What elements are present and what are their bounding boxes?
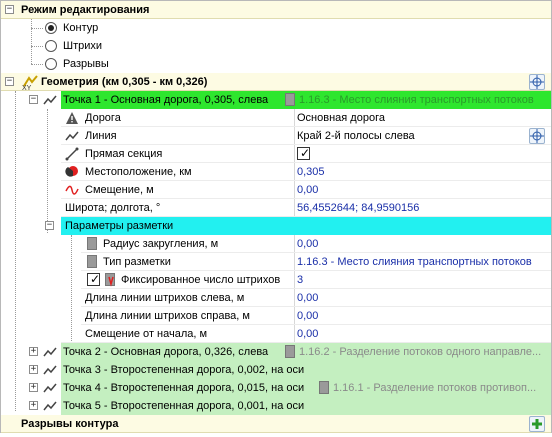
property-tree-panel: − Режим редактирования Контур Штрихи Раз… <box>0 0 552 433</box>
point-title: Точка 5 - Второстепенная дорога, 0,001, … <box>63 400 305 412</box>
geometry-header[interactable]: − XY Геометрия (км 0,305 - км 0,326) <box>1 73 551 91</box>
prop-left-hatch-length[interactable]: Длина линии штрихов слева, м 0,00 <box>1 289 551 307</box>
radio-button[interactable] <box>45 40 57 52</box>
prop-value[interactable]: 0,00 <box>297 325 318 343</box>
collapse-toggle[interactable]: − <box>5 77 14 86</box>
prop-marking-type[interactable]: Тип разметки 1.16.3 - Место слияния тран… <box>1 253 551 271</box>
prop-value[interactable]: 0,00 <box>297 235 318 253</box>
fixed-count-checkbox[interactable]: ✓ <box>87 272 100 286</box>
xy-coordinates-icon: XY <box>22 75 38 91</box>
point-title: Точка 2 - Основная дорога, 0,326, слева <box>63 346 269 358</box>
prop-fixed-hatch-count[interactable]: ✓ Фиксированное число штрихов 3 <box>1 271 551 289</box>
prop-value[interactable]: 3 <box>297 271 303 289</box>
marking-params-title: Параметры разметки <box>65 220 174 232</box>
straight-segment-icon <box>65 147 79 161</box>
point-2-row[interactable]: + Точка 2 - Основная дорога, 0,326, слев… <box>1 343 551 361</box>
prop-offset-from-start[interactable]: Смещение от начала, м 0,00 <box>1 325 551 343</box>
prop-value[interactable]: 0,00 <box>297 289 318 307</box>
location-marker-icon <box>65 166 78 177</box>
prop-road[interactable]: Дорога Основная дорога <box>1 109 551 127</box>
prop-label: Радиус закругления, м <box>103 238 219 250</box>
prop-label: Смещение от начала, м <box>85 328 208 340</box>
prop-label: Длина линии штрихов справа, м <box>85 310 250 322</box>
prop-label: Местоположение, км <box>85 166 192 178</box>
polyline-icon <box>43 383 57 393</box>
collapse-toggle[interactable]: − <box>29 95 38 104</box>
radio-option-hatches[interactable]: Штрихи <box>1 37 551 55</box>
radio-option-contour[interactable]: Контур <box>1 19 551 37</box>
marking-sign-icon <box>319 381 329 394</box>
prop-value[interactable]: 0,305 <box>297 163 325 181</box>
prop-line[interactable]: Линия Край 2-й полосы слева <box>1 127 551 145</box>
point-1-row[interactable]: − Точка 1 - Основная дорога, 0,305, слев… <box>1 91 551 109</box>
point-marking-ref: 1.16.1 - Разделение потоков противоп... <box>333 382 537 394</box>
add-break-button[interactable] <box>529 416 545 432</box>
polyline-icon <box>43 401 57 411</box>
locate-button[interactable] <box>529 74 545 90</box>
expand-toggle[interactable]: + <box>29 383 38 392</box>
point-1-title: Точка 1 - Основная дорога, 0,305, слева <box>63 94 269 106</box>
offset-curve-icon <box>65 185 79 195</box>
prop-right-hatch-length[interactable]: Длина линии штрихов справа, м 0,00 <box>1 307 551 325</box>
editing-mode-header[interactable]: − Режим редактирования <box>1 1 551 19</box>
prop-straight-section[interactable]: Прямая секция ✓ <box>1 145 551 163</box>
contour-breaks-title: Разрывы контура <box>21 418 119 430</box>
prop-label: Тип разметки <box>103 256 171 268</box>
point-marking-ref: 1.16.2 - Разделение потоков одного напра… <box>299 346 542 358</box>
collapse-toggle[interactable]: − <box>45 221 54 230</box>
prop-location[interactable]: Местоположение, км 0,305 <box>1 163 551 181</box>
radio-label: Контур <box>63 22 99 34</box>
pick-line-button[interactable] <box>529 128 545 144</box>
straight-section-checkbox[interactable]: ✓ <box>297 146 310 160</box>
radio-label: Штрихи <box>63 40 103 52</box>
marking-sign-icon <box>285 345 295 358</box>
polyline-icon <box>43 347 57 357</box>
point-title: Точка 4 - Второстепенная дорога, 0,015, … <box>63 382 305 394</box>
prop-latlon[interactable]: Широта; долгота, ° 56,4552644; 84,959015… <box>1 199 551 217</box>
marking-sign-icon <box>87 255 97 268</box>
prop-value[interactable]: 1.16.3 - Место слияния транспортных пото… <box>297 253 532 271</box>
marking-sign-icon <box>105 273 115 287</box>
radio-button[interactable] <box>45 58 57 70</box>
polyline-icon <box>43 365 57 375</box>
marking-sign-icon <box>285 93 295 106</box>
crosshair-icon <box>530 129 544 143</box>
expand-toggle[interactable]: + <box>29 347 38 356</box>
prop-label: Линия <box>85 130 117 142</box>
geometry-title: Геометрия (км 0,305 - км 0,326) <box>41 76 208 88</box>
expand-toggle[interactable]: + <box>29 365 38 374</box>
plus-icon <box>532 419 542 429</box>
point-title: Точка 3 - Второстепенная дорога, 0,002, … <box>63 364 305 376</box>
polyline-icon <box>43 95 57 105</box>
point-1-marking-ref: 1.16.3 - Место слияния транспортных пото… <box>299 94 534 106</box>
marking-sign-icon <box>87 237 97 250</box>
line-icon <box>65 131 79 141</box>
prop-value[interactable]: 0,00 <box>297 307 318 325</box>
editing-mode-title: Режим редактирования <box>21 4 150 16</box>
prop-value[interactable]: 0,00 <box>297 181 318 199</box>
expand-toggle[interactable]: + <box>29 401 38 410</box>
crosshair-icon <box>530 75 544 89</box>
prop-value[interactable]: Край 2-й полосы слева <box>297 127 415 145</box>
marking-params-header[interactable]: − Параметры разметки <box>1 217 551 235</box>
radio-button[interactable] <box>45 22 57 34</box>
point-4-row[interactable]: + Точка 4 - Второстепенная дорога, 0,015… <box>1 379 551 397</box>
prop-label: Смещение, м <box>85 184 154 196</box>
contour-breaks-header[interactable]: Разрывы контура <box>1 415 551 433</box>
prop-label: Прямая секция <box>85 148 163 160</box>
prop-label: Длина линии штрихов слева, м <box>85 292 245 304</box>
prop-value[interactable]: 56,4552644; 84,9590156 <box>297 199 419 217</box>
radio-option-breaks[interactable]: Разрывы <box>1 55 551 73</box>
collapse-toggle[interactable]: − <box>5 5 14 14</box>
point-3-row[interactable]: + Точка 3 - Второстепенная дорога, 0,002… <box>1 361 551 379</box>
prop-value[interactable]: Основная дорога <box>297 109 385 127</box>
prop-offset[interactable]: Смещение, м 0,00 <box>1 181 551 199</box>
prop-label: Широта; долгота, ° <box>65 202 161 214</box>
warning-sign-icon <box>66 112 78 124</box>
prop-label: Дорога <box>85 112 121 124</box>
point-5-row[interactable]: + Точка 5 - Второстепенная дорога, 0,001… <box>1 397 551 415</box>
radio-label: Разрывы <box>63 58 109 70</box>
prop-label: Фиксированное число штрихов <box>121 274 281 286</box>
prop-radius[interactable]: Радиус закругления, м 0,00 <box>1 235 551 253</box>
